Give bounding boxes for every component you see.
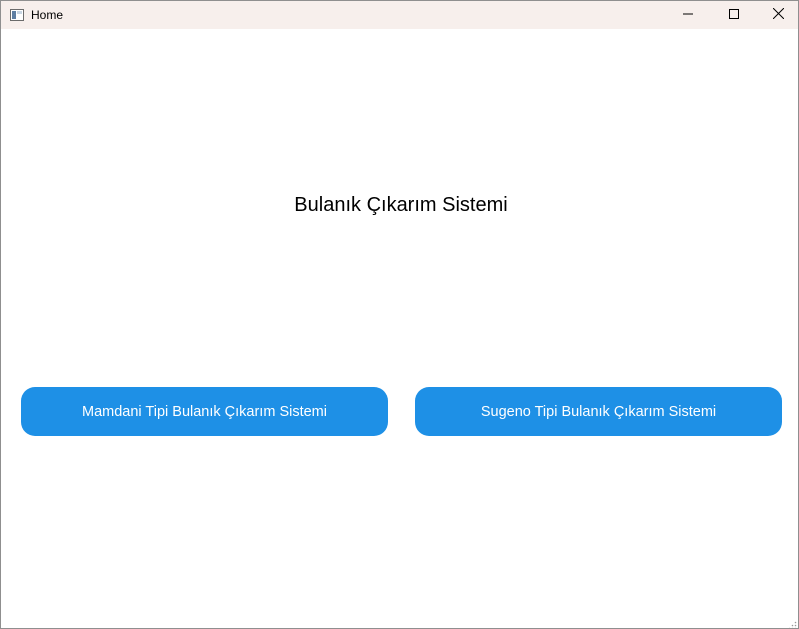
- page-title: Bulanık Çıkarım Sistemi: [294, 194, 508, 216]
- title-bar[interactable]: Home: [1, 1, 798, 29]
- close-icon: [772, 6, 784, 24]
- window-title: Home: [31, 8, 64, 22]
- main-content: Bulanık Çıkarım Sistemi Mamdani Tipi Bul…: [1, 29, 798, 628]
- app-icon: [10, 8, 24, 21]
- mamdani-button-label: Mamdani Tipi Bulanık Çıkarım Sistemi: [82, 403, 327, 420]
- maximize-icon: [729, 6, 739, 24]
- resize-grip-icon[interactable]: [787, 617, 797, 628]
- mamdani-button[interactable]: Mamdani Tipi Bulanık Çıkarım Sistemi: [21, 387, 388, 436]
- app-window: Home Bulanık Çıkarım Sistemi Mamdani Tip…: [0, 0, 799, 629]
- minimize-button[interactable]: [665, 1, 711, 29]
- sugeno-button[interactable]: Sugeno Tipi Bulanık Çıkarım Sistemi: [415, 387, 782, 436]
- sugeno-button-label: Sugeno Tipi Bulanık Çıkarım Sistemi: [480, 403, 717, 420]
- maximize-button[interactable]: [711, 1, 757, 29]
- minimize-icon: [683, 6, 693, 24]
- close-button[interactable]: [755, 1, 798, 29]
